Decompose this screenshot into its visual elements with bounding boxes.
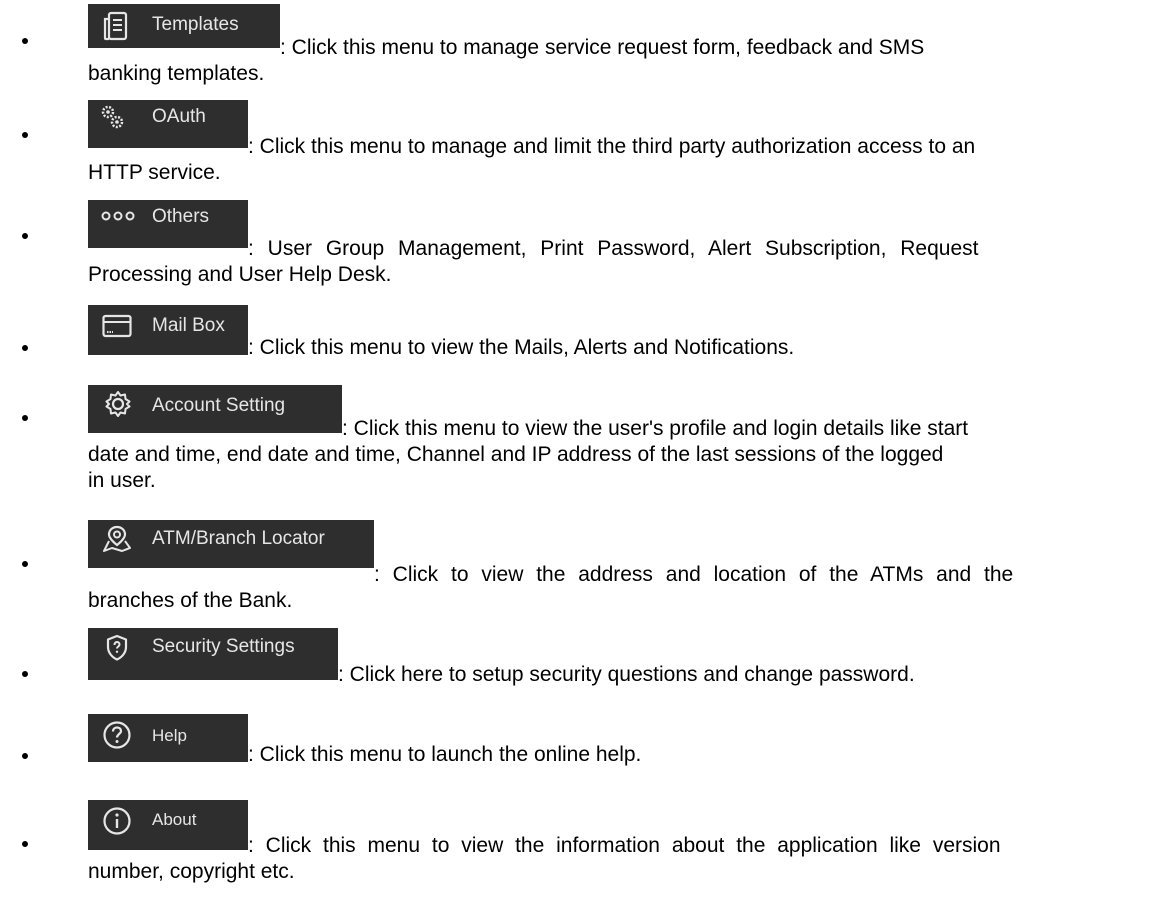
account-setting-description: : Click this menu to view the user's pro… — [342, 417, 969, 440]
gear-icon — [105, 391, 131, 417]
help-menu-button[interactable]: Help — [88, 714, 248, 762]
list-item-help: Help : Click this menu to launch the onl… — [0, 714, 1173, 794]
security-settings-menu-button[interactable]: Security Settings — [88, 628, 338, 680]
oauth-description: : Click this menu to manage and limit th… — [248, 135, 976, 158]
others-menu-button[interactable]: Others — [88, 200, 248, 248]
about-description-cont: number, copyright etc. — [88, 860, 295, 883]
map-pin-icon — [103, 525, 131, 552]
bullet — [22, 841, 28, 847]
account-setting-description-cont: date and time, end date and time, Channe… — [88, 443, 944, 466]
list-item-others: Others : User Group Management, Print Pa… — [0, 200, 1173, 300]
list-item-templates: Templates : Click this menu to manage se… — [0, 0, 1173, 100]
account-setting-menu-button[interactable]: Account Setting — [88, 385, 342, 433]
document-list-icon — [103, 11, 128, 41]
atm-branch-locator-label: ATM/Branch Locator — [152, 528, 325, 549]
templates-menu-button[interactable]: Templates — [88, 4, 280, 48]
bullet — [22, 415, 28, 421]
oauth-description-cont: HTTP service. — [88, 161, 221, 184]
mailbox-icon — [102, 314, 132, 338]
templates-description: : Click this menu to manage service requ… — [280, 36, 925, 59]
gears-icon — [101, 105, 124, 129]
oauth-label: OAuth — [152, 106, 206, 127]
bullet — [22, 345, 28, 351]
oauth-menu-button[interactable]: OAuth — [88, 100, 248, 148]
templates-label: Templates — [152, 14, 239, 35]
list-item-account-setting: Account Setting : Click this menu to vie… — [0, 385, 1173, 515]
bullet — [22, 561, 28, 567]
list-item-mailbox: Mail Box : Click this menu to view the M… — [0, 305, 1173, 380]
mailbox-description: : Click this menu to view the Mails, Ale… — [248, 336, 795, 359]
help-description: : Click this menu to launch the online h… — [248, 743, 642, 766]
help-label: Help — [152, 726, 187, 745]
others-label: Others — [152, 206, 210, 227]
shield-question-icon — [106, 634, 128, 661]
bullet — [22, 671, 28, 677]
bullet — [22, 753, 28, 759]
atm-branch-locator-description-cont: branches of the Bank. — [88, 589, 293, 612]
about-menu-button[interactable]: About — [88, 800, 248, 850]
account-setting-description-cont2: in user. — [88, 469, 156, 492]
bullet — [22, 132, 28, 138]
security-settings-label: Security Settings — [152, 636, 295, 657]
list-item-security-settings: Security Settings : Click here to setup … — [0, 628, 1173, 708]
others-description-cont: Processing and User Help Desk. — [88, 263, 392, 286]
list-item-oauth: OAuth : Click this menu to manage and li… — [0, 100, 1173, 200]
bullet — [22, 38, 28, 44]
mailbox-label: Mail Box — [152, 315, 225, 336]
about-label: About — [152, 810, 197, 829]
list-item-about: About : Click this menu to view the info… — [0, 800, 1173, 907]
bullet — [22, 233, 28, 239]
templates-description-cont: banking templates. — [88, 62, 265, 85]
security-settings-description: : Click here to setup security questions… — [338, 663, 915, 686]
mailbox-menu-button[interactable]: Mail Box — [88, 305, 248, 355]
account-setting-label: Account Setting — [152, 395, 286, 416]
about-description: : Click this menu to view the informatio… — [248, 834, 1001, 857]
three-dots-icon — [101, 211, 135, 221]
info-circle-icon — [103, 807, 131, 835]
atm-branch-locator-description: : Click to view the address and location… — [374, 563, 1014, 586]
atm-branch-locator-menu-button[interactable]: ATM/Branch Locator — [88, 520, 374, 568]
question-circle-icon — [103, 721, 131, 749]
others-description: : User Group Management, Print Password,… — [248, 237, 979, 260]
list-item-atm-branch-locator: ATM/Branch Locator : Click to view the a… — [0, 520, 1173, 620]
